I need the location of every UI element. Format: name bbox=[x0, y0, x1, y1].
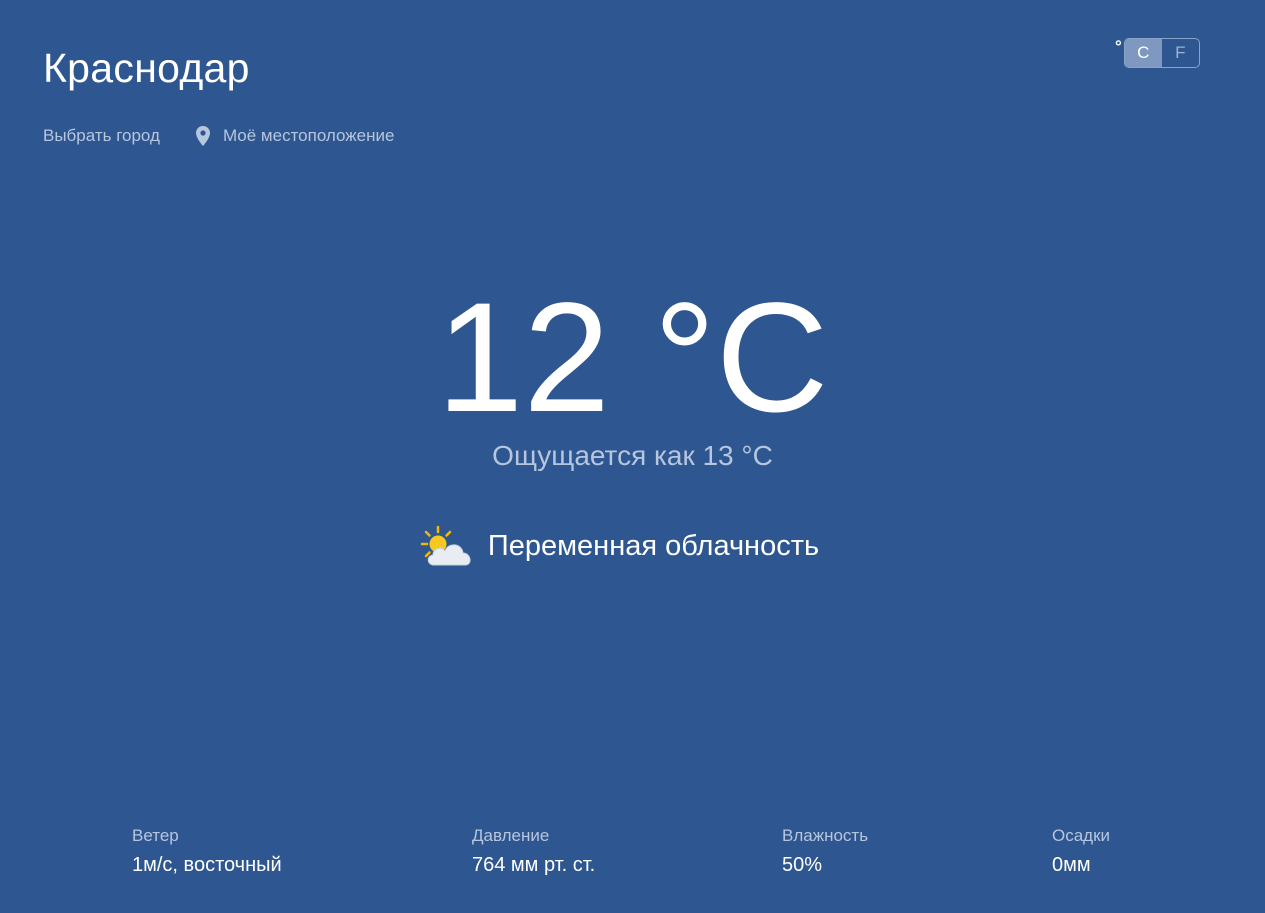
wind-label: Ветер bbox=[132, 826, 179, 845]
pressure-label: Давление bbox=[472, 826, 550, 845]
my-location-link[interactable]: Моё местоположение bbox=[195, 126, 395, 146]
weather-condition: Переменная облачность bbox=[0, 524, 1265, 568]
wind-stat: Ветер 1м/с, восточный bbox=[132, 825, 282, 877]
choose-city-link[interactable]: Выбрать город bbox=[43, 126, 160, 146]
feels-like: Ощущается как 13 °C bbox=[492, 440, 773, 471]
humidity-stat: Влажность 50% bbox=[782, 825, 868, 877]
humidity-value: 50% bbox=[782, 854, 823, 876]
fahrenheit-button[interactable]: F bbox=[1162, 39, 1199, 67]
pressure-stat: Давление 764 мм рт. ст. bbox=[472, 825, 595, 877]
celsius-button[interactable]: C bbox=[1124, 39, 1162, 67]
humidity-label: Влажность bbox=[782, 826, 869, 845]
unit-toggle: C F bbox=[1123, 38, 1200, 68]
wind-value: 1м/с, восточный bbox=[132, 854, 282, 876]
city-title: Краснодар bbox=[43, 45, 250, 91]
my-location-label: Моё местоположение bbox=[222, 126, 395, 145]
city-links: Выбрать город Моё местоположение bbox=[43, 126, 394, 146]
partly-cloudy-icon bbox=[420, 525, 471, 566]
precipitation-stat: Осадки 0мм bbox=[1052, 825, 1110, 877]
degree-symbol: ° bbox=[1115, 37, 1122, 56]
condition-text: Переменная облачность bbox=[487, 530, 820, 562]
pressure-value: 764 мм рт. ст. bbox=[472, 854, 596, 876]
precipitation-value: 0мм bbox=[1052, 854, 1091, 876]
location-pin-icon bbox=[195, 126, 210, 146]
unit-switcher: ° C F bbox=[1115, 38, 1200, 68]
current-temperature: 12 °C bbox=[436, 271, 829, 445]
precipitation-label: Осадки bbox=[1052, 826, 1111, 845]
